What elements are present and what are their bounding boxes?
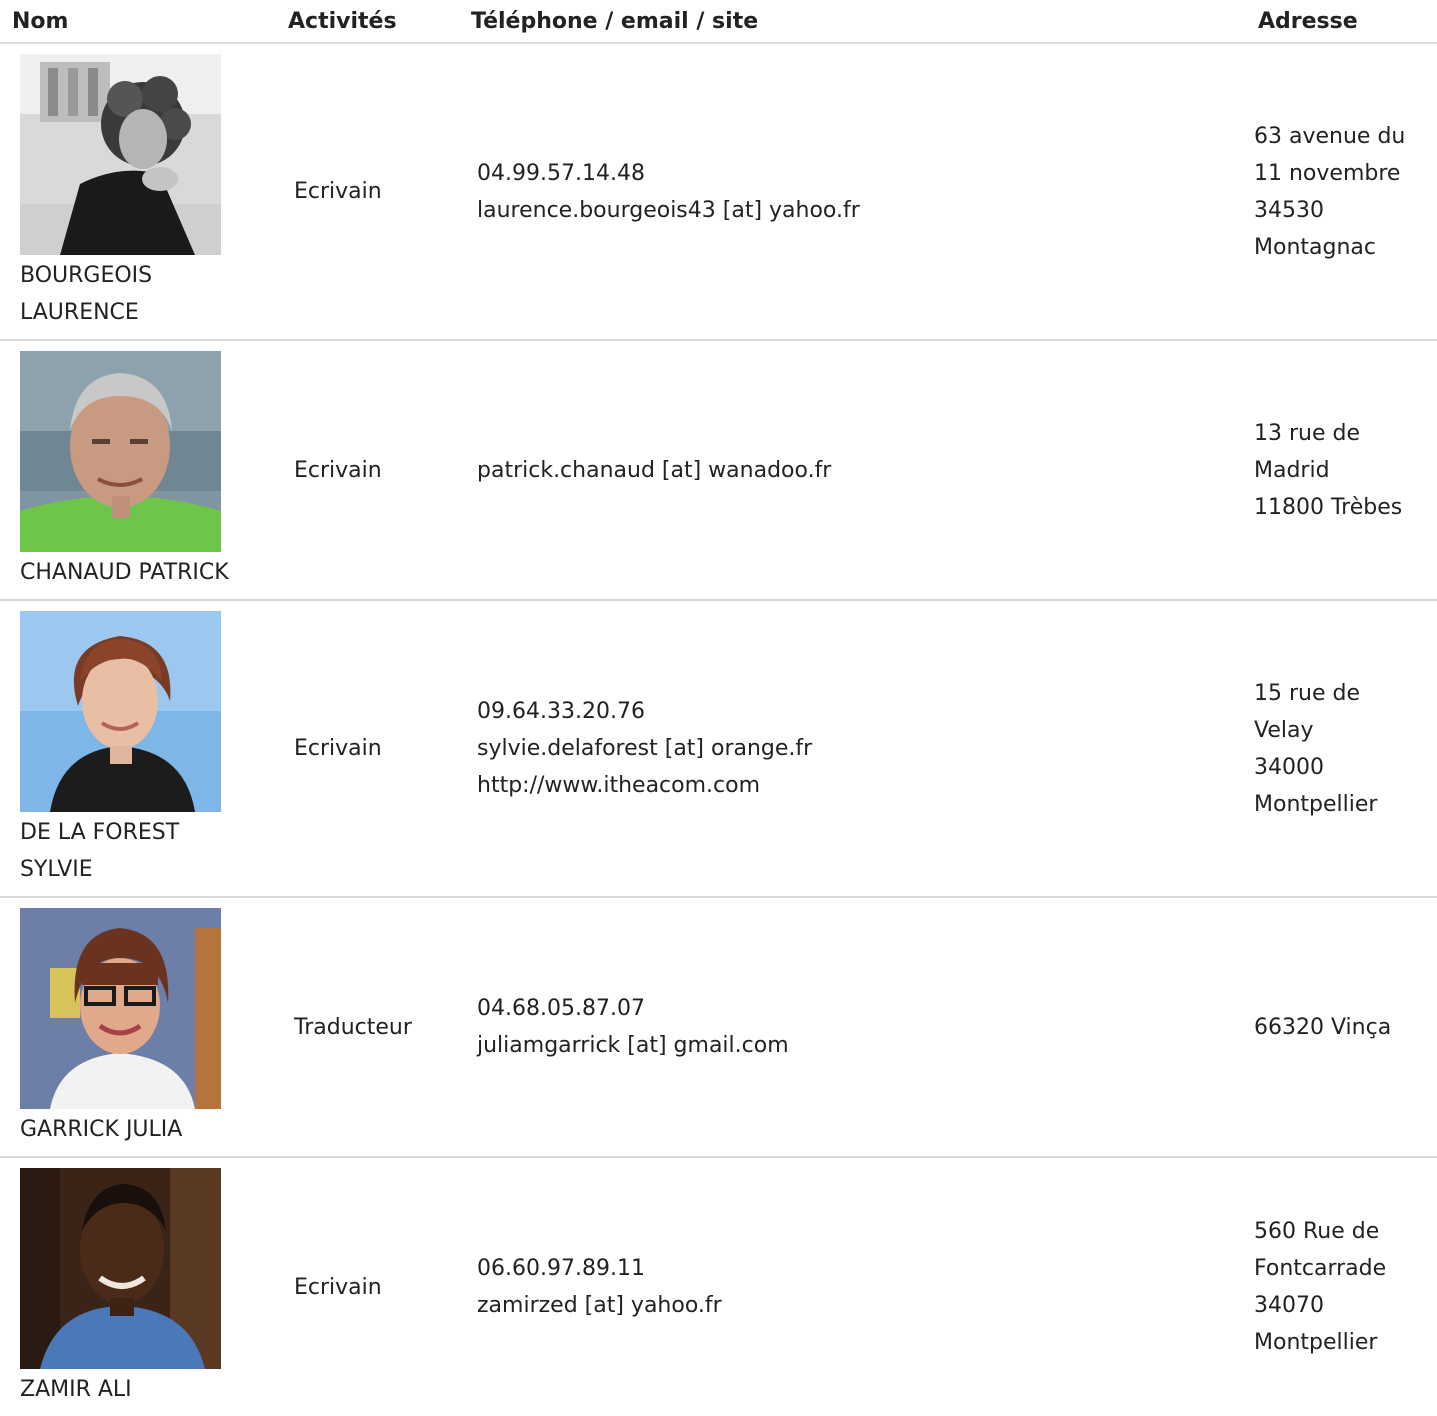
cell-activity: Ecrivain [276, 340, 459, 601]
address-line: 13 rue de [1254, 420, 1361, 446]
portrait-photo[interactable] [20, 908, 221, 1109]
email-text: sylvie.delaforest [at] orange.fr [477, 736, 813, 761]
portrait-photo[interactable] [20, 1168, 221, 1369]
cell-nom: DE LA FOREST SYLVIE [0, 600, 276, 898]
address-line: 34070 [1254, 1293, 1324, 1318]
cell-contact: 06.60.97.89.11 zamirzed [at] yahoo.fr [459, 1157, 1246, 1416]
cell-activity: Ecrivain [294, 1274, 382, 1300]
cell-activity: Ecrivain [276, 43, 459, 341]
cell-nom: BOURGEOIS LAURENCE [0, 43, 276, 341]
cell-contact: patrick.chanaud [at] wanadoo.fr [459, 340, 1246, 601]
cell-address: 15 rue de Velay 34000 Montpellier [1246, 600, 1437, 898]
cell-nom: ZAMIR ALI [0, 1157, 276, 1416]
address-line: 34000 [1254, 754, 1324, 780]
cell-contact: 04.99.57.14.48 laurence.bourgeois43 [at]… [459, 43, 1246, 341]
cell-contact: 09.64.33.20.76 sylvie.delaforest [at] or… [459, 600, 1246, 898]
person-name: GARRICK JULIA [20, 1117, 183, 1142]
table-row: ZAMIR ALI Ecrivain 06.60.97.89.11 zamirz… [0, 1157, 1437, 1416]
address-line: 34530 [1254, 197, 1324, 223]
table-row: CHANAUD PATRICK Ecrivain patrick.chanaud… [0, 340, 1437, 601]
table-header-row: Nom Activités Téléphone / email / site A… [0, 0, 1437, 44]
phone-text: 06.60.97.89.11 [477, 1256, 645, 1281]
phone-text: 09.64.33.20.76 [477, 699, 645, 724]
portrait-photo[interactable] [20, 351, 221, 552]
address-line: 560 Rue de [1254, 1219, 1380, 1244]
cell-address: 66320 Vinça [1246, 897, 1437, 1158]
address-line: Montpellier [1254, 791, 1378, 817]
cell-nom: GARRICK JULIA [0, 897, 276, 1158]
column-header-contact[interactable]: Téléphone / email / site [459, 0, 1246, 44]
address-line: 66320 Vinça [1254, 1014, 1392, 1040]
email-text: patrick.chanaud [at] wanadoo.fr [477, 457, 832, 483]
cell-nom: CHANAUD PATRICK [0, 340, 276, 601]
address-line: Fontcarrade [1254, 1256, 1387, 1281]
email-text: zamirzed [at] yahoo.fr [477, 1293, 722, 1318]
address-line: 63 avenue du [1254, 123, 1406, 149]
address-line: Montagnac [1254, 234, 1376, 260]
person-name: ZAMIR ALI [20, 1377, 132, 1402]
portrait-photo[interactable] [20, 611, 221, 812]
email-text: laurence.bourgeois43 [at] yahoo.fr [477, 197, 860, 223]
email-text: juliamgarrick [at] gmail.com [477, 1033, 789, 1058]
cell-address: 560 Rue de Fontcarrade 34070 Montpellier [1246, 1157, 1437, 1416]
phone-text: 04.99.57.14.48 [477, 160, 645, 186]
column-header-nom[interactable]: Nom [0, 0, 276, 44]
column-header-activites[interactable]: Activités [276, 0, 459, 44]
address-line: 11800 Trèbes [1254, 494, 1403, 520]
column-header-adresse[interactable]: Adresse [1246, 0, 1437, 44]
address-line: Montpellier [1254, 1330, 1378, 1355]
table-row: GARRICK JULIA Traducteur 04.68.05.87.07 … [0, 897, 1437, 1158]
phone-text: 04.68.05.87.07 [477, 996, 645, 1021]
address-line: 15 rue de [1254, 680, 1361, 706]
table-row: DE LA FOREST SYLVIE Ecrivain 09.64.33.20… [0, 600, 1437, 898]
address-line: 11 novembre [1254, 160, 1401, 186]
directory-table: Nom Activités Téléphone / email / site A… [0, 0, 1437, 1416]
cell-address: 63 avenue du 11 novembre 34530 Montagnac [1246, 43, 1437, 341]
cell-contact: 04.68.05.87.07 juliamgarrick [at] gmail.… [459, 897, 1246, 1158]
person-name: DE LA FOREST SYLVIE [20, 820, 180, 882]
website-link[interactable]: http://www.itheacom.com [477, 767, 1246, 804]
person-name: CHANAUD PATRICK [20, 560, 229, 585]
cell-activity: Ecrivain [276, 600, 459, 898]
person-name: BOURGEOIS LAURENCE [20, 263, 153, 325]
cell-address: 13 rue de Madrid 11800 Trèbes [1246, 340, 1437, 601]
table-row: BOURGEOIS LAURENCE Ecrivain 04.99.57.14.… [0, 43, 1437, 341]
portrait-photo[interactable] [20, 54, 221, 255]
address-line: Velay [1254, 717, 1314, 743]
cell-activity: Traducteur [276, 897, 459, 1158]
address-line: Madrid [1254, 457, 1330, 483]
